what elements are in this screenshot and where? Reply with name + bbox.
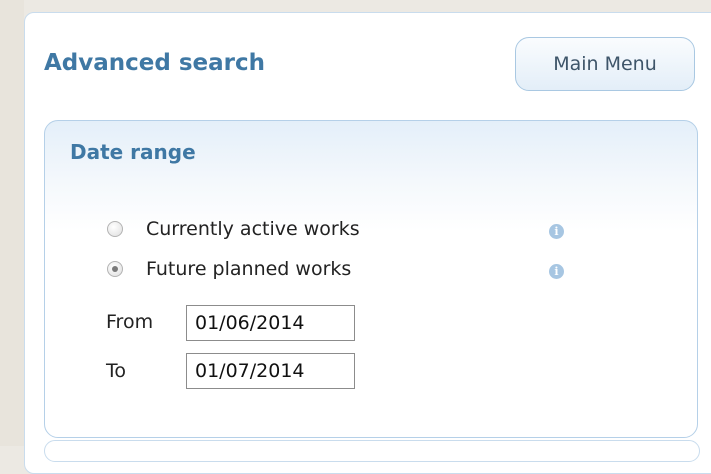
from-date-input[interactable] <box>186 305 355 341</box>
to-label: To <box>106 360 127 382</box>
info-icon[interactable]: i <box>549 224 564 239</box>
main-menu-button[interactable]: Main Menu <box>515 37 695 91</box>
left-border-strip <box>0 0 24 446</box>
date-range-section <box>44 120 698 438</box>
from-label: From <box>106 311 154 333</box>
next-section <box>44 440 700 462</box>
radio-label-future-planned-works: Future planned works <box>146 258 352 280</box>
to-date-input[interactable] <box>186 353 355 389</box>
page-title: Advanced search <box>44 50 266 76</box>
radio-label-currently-active-works: Currently active works <box>146 218 360 240</box>
radio-currently-active-works[interactable] <box>107 221 123 237</box>
info-icon[interactable]: i <box>549 264 564 279</box>
radio-future-planned-works[interactable] <box>107 261 123 277</box>
date-range-title: Date range <box>70 140 196 164</box>
